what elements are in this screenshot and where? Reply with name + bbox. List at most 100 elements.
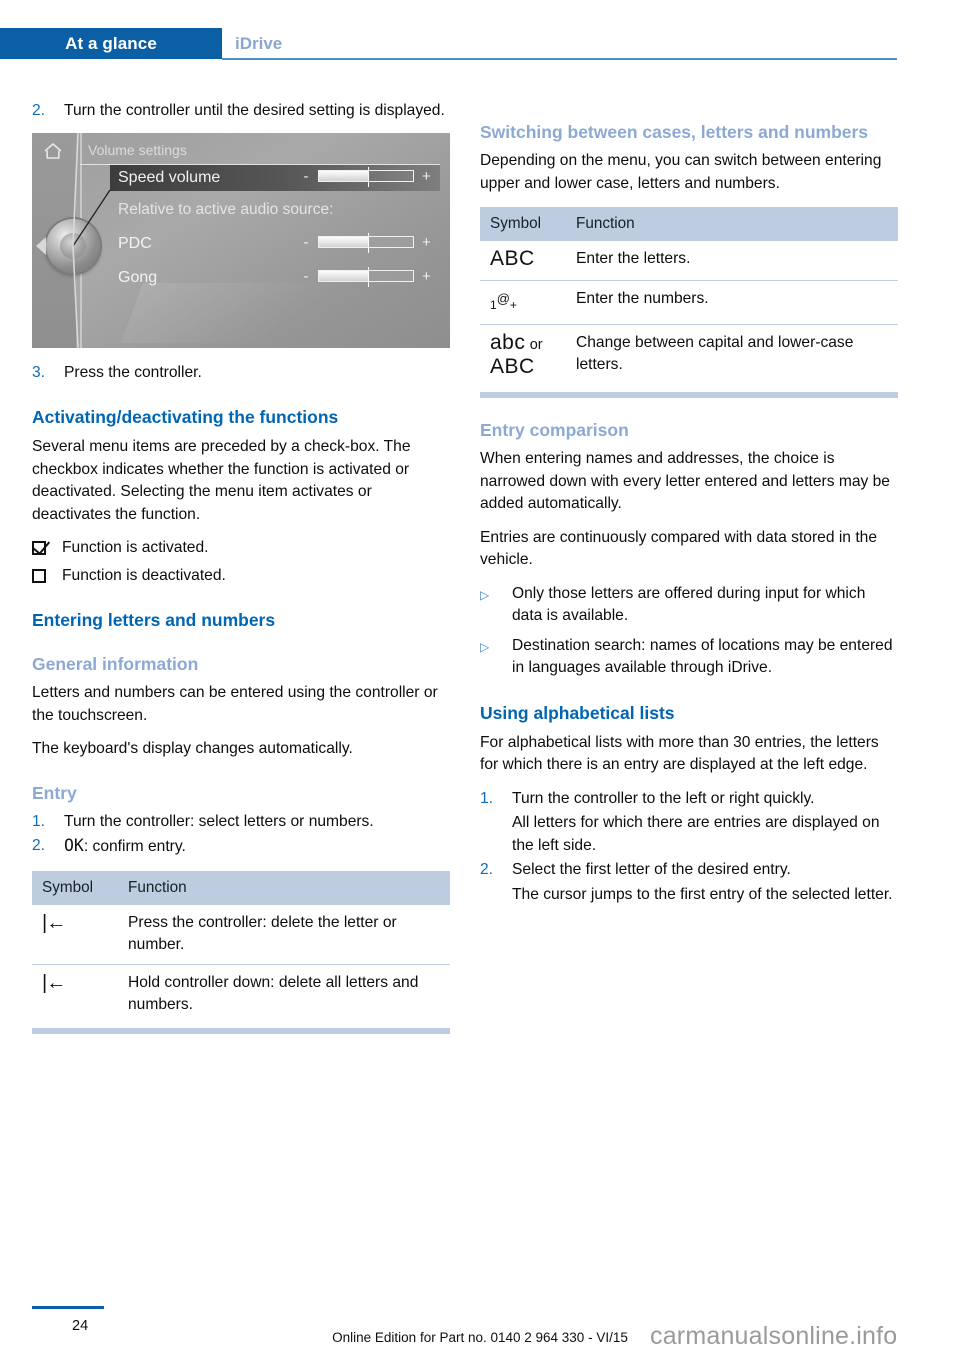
- heading-entry: Entry: [32, 782, 77, 803]
- table-row: |← Press the controller: delete the lett…: [32, 904, 450, 965]
- page-header: At a glance iDrive: [0, 28, 960, 60]
- heading-general-information: General information: [32, 654, 199, 674]
- paragraph-comparison-1: When entering names and addresses, the c…: [480, 450, 890, 512]
- slider-thumb[interactable]: [367, 167, 370, 187]
- or-label: or: [529, 337, 543, 353]
- checkbox-empty-icon: [32, 568, 62, 583]
- cell-symbol: 1@+: [480, 280, 566, 325]
- table-row: ABC Enter the letters.: [480, 241, 898, 281]
- delete-back-icon: |←: [42, 911, 66, 934]
- slider-fill: [319, 271, 368, 281]
- plus-label: +: [422, 167, 431, 185]
- bullet-text: Destination search: names of locations m…: [512, 636, 893, 677]
- minus-label: -: [303, 167, 309, 185]
- idrive-title: Volume settings: [88, 141, 187, 158]
- slider-pdc[interactable]: - +: [302, 233, 431, 253]
- left-column: 2. Turn the controller until the desired…: [32, 100, 450, 1048]
- plus-label: +: [422, 233, 431, 251]
- step-sub-text: All letters for which there are entries …: [512, 814, 880, 854]
- right-column: Switching between cases, letters and num…: [480, 100, 898, 908]
- watermark: carmanualsonline.info: [650, 1322, 898, 1350]
- triangle-bullet-icon: ▷: [480, 639, 490, 654]
- cell-symbol: |←: [32, 964, 118, 1024]
- column-header-symbol: Symbol: [480, 207, 566, 241]
- list-item: 2. Turn the controller until the desired…: [32, 100, 450, 123]
- cell-function: Press the controller: delete the letter …: [118, 904, 450, 965]
- controller-knob-illustration: [46, 218, 100, 273]
- table-row: |← Hold controller down: delete all lett…: [32, 964, 450, 1024]
- abc-uppercase-icon: ABC: [490, 247, 535, 270]
- legend-function-activated: Function is activated.: [32, 537, 450, 560]
- numbers-symbols-icon: 1@+: [490, 291, 517, 313]
- table-header-row: Symbol Function: [32, 870, 450, 905]
- header-divider: [222, 58, 897, 60]
- tab-at-a-glance[interactable]: At a glance: [0, 28, 222, 59]
- paragraph-alphabetical: For alphabetical lists with more than 30…: [480, 733, 879, 774]
- idrive-row-label: Speed volume: [118, 168, 221, 186]
- column-header-function: Function: [118, 870, 450, 905]
- slider-track[interactable]: [318, 233, 414, 253]
- cell-function: Enter the numbers.: [566, 280, 898, 325]
- step-number: 2.: [480, 861, 494, 878]
- abc-lowercase-icon: abc: [490, 331, 526, 354]
- heading-entering-letters-numbers: Entering letters and numbers: [32, 610, 276, 630]
- table-row: abc or ABC Change between capital and lo…: [480, 325, 898, 389]
- back-arrow-icon: [36, 236, 46, 255]
- ok-symbol: OK: [64, 836, 84, 855]
- slider-track[interactable]: [318, 167, 414, 187]
- heading-entry-comparison: Entry comparison: [480, 420, 629, 440]
- idrive-section-label: Relative to active audio source:: [118, 200, 334, 218]
- step-sub-text: The cursor jumps to the first entry of t…: [512, 885, 893, 903]
- step-number: 1.: [32, 812, 46, 830]
- cell-symbol: |←: [32, 904, 118, 965]
- minus-label: -: [303, 233, 309, 251]
- table-header-row: Symbol Function: [480, 207, 898, 241]
- paragraph-general-1: Letters and numbers can be entered using…: [32, 684, 438, 724]
- step-text: OK: confirm entry.: [64, 835, 450, 859]
- slider-track[interactable]: [318, 267, 414, 287]
- list-item: 1. Turn the controller to the left or ri…: [480, 788, 898, 811]
- step-text: Turn the controller until the desired se…: [64, 102, 445, 119]
- table-bottom-bar: [480, 392, 898, 398]
- paragraph-switching: Depending on the menu, you can switch be…: [480, 152, 882, 192]
- slider-gong[interactable]: - +: [302, 267, 431, 287]
- cell-function: Enter the letters.: [566, 241, 898, 281]
- list-item: 3. Press the controller.: [32, 362, 450, 385]
- list-item: ▷ Only those letters are offered during …: [480, 583, 898, 628]
- delete-back-icon: |←: [42, 971, 66, 994]
- triangle-bullet-icon: ▷: [480, 587, 490, 602]
- numbers-icon-mid: @: [496, 291, 510, 306]
- slider-thumb[interactable]: [367, 233, 370, 253]
- heading-using-alphabetical-lists: Using alphabetical lists: [480, 702, 675, 723]
- legend-label: Function is deactivated.: [62, 566, 226, 584]
- cell-symbol: ABC: [480, 241, 566, 281]
- step-number: 2.: [32, 102, 46, 119]
- slider-fill: [319, 237, 368, 247]
- plus-label: +: [422, 267, 431, 285]
- legend-label: Function is activated.: [62, 539, 209, 556]
- idrive-gloss-highlight: [121, 282, 373, 343]
- symbol-function-table-left: Symbol Function |← Press the controller:…: [32, 870, 450, 1024]
- bullet-text: Only those letters are offered during in…: [512, 584, 866, 625]
- minus-label: -: [303, 267, 309, 285]
- idrive-screenshot-figure: Volume settings Speed volume - + Relativ…: [32, 132, 450, 348]
- slider-fill: [319, 171, 368, 181]
- legend-function-deactivated: Function is deactivated.: [32, 565, 450, 588]
- footer-divider: [32, 1306, 104, 1309]
- list-item: 2. Select the first letter of the desire…: [480, 859, 898, 882]
- list-item: 1. Turn the controller: select letters o…: [32, 811, 450, 834]
- paragraph-checkbox-explanation: Several menu items are preceded by a che…: [32, 438, 411, 523]
- table-row: 1@+ Enter the numbers.: [480, 280, 898, 325]
- step-text-suffix: : confirm entry.: [83, 838, 186, 855]
- column-header-symbol: Symbol: [32, 870, 118, 905]
- checkbox-checked-icon: [32, 541, 62, 556]
- tab-idrive[interactable]: iDrive: [235, 28, 282, 59]
- step-text: Turn the controller: select letters or n…: [64, 812, 374, 830]
- paragraph-general-2: The keyboard's display changes automatic…: [32, 740, 353, 757]
- step-text: Select the first letter of the desired e…: [512, 861, 791, 878]
- table-bottom-bar: [32, 1027, 450, 1034]
- slider-speed-volume[interactable]: - +: [302, 167, 431, 187]
- step-number: 2.: [32, 837, 46, 854]
- idrive-row-label: PDC: [118, 234, 152, 252]
- cell-symbol: abc or ABC: [480, 325, 566, 389]
